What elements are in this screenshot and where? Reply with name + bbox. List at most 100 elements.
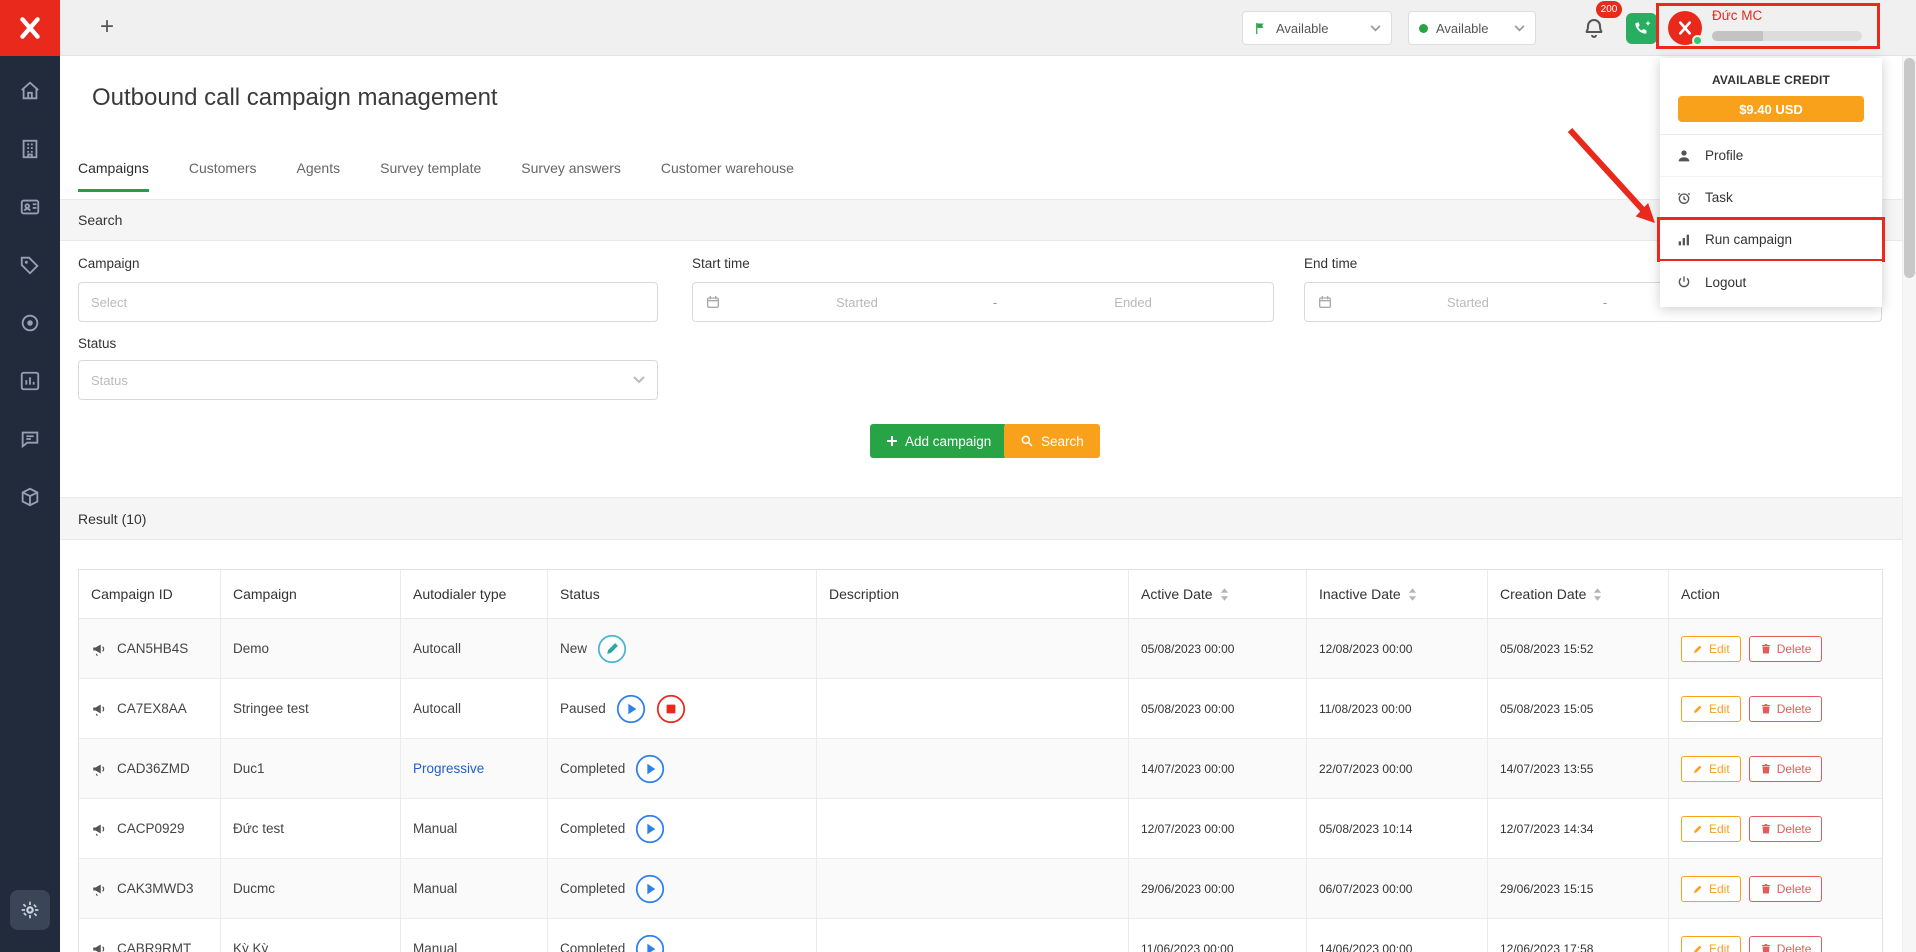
action-cell: Edit Delete	[1669, 739, 1884, 798]
delete-button[interactable]: Delete	[1749, 936, 1823, 952]
scrollbar-thumb[interactable]	[1904, 58, 1915, 278]
online-status-dot	[1692, 35, 1703, 46]
add-campaign-button[interactable]: Add campaign	[870, 424, 1007, 458]
menu-item-task[interactable]: Task	[1660, 177, 1882, 219]
inactive-date-cell: 11/08/2023 00:00	[1307, 679, 1488, 738]
pencil-icon	[1692, 643, 1704, 655]
table-row: CABR9RMTKỳ KỳManualCompleted11/06/2023 0…	[79, 919, 1882, 952]
delete-button[interactable]: Delete	[1749, 636, 1823, 662]
contact-card-icon	[19, 196, 41, 218]
sidebar-item-tags[interactable]	[0, 236, 60, 294]
call-button[interactable]	[1626, 13, 1657, 44]
tab-customer-warehouse[interactable]: Customer warehouse	[661, 160, 794, 192]
autodialer-type-cell: Autocall	[401, 619, 548, 678]
search-button[interactable]: Search	[1004, 424, 1100, 458]
menu-item-logout[interactable]: Logout	[1660, 261, 1882, 303]
creation-date-cell: 14/07/2023 13:55	[1488, 739, 1669, 798]
sidebar-item-integrations[interactable]	[0, 468, 60, 526]
user-menu-items: ProfileTaskRun campaign Logout	[1660, 134, 1882, 303]
inactive-date-cell: 22/07/2023 00:00	[1307, 739, 1488, 798]
menu-item-profile[interactable]: Profile	[1660, 135, 1882, 177]
topbar: + Available Available 200 Đức MC	[60, 0, 1916, 56]
sidebar-item-home[interactable]	[0, 62, 60, 120]
start-time-from-input[interactable]: Started	[729, 295, 985, 310]
column-header-status: Status	[548, 570, 817, 618]
credit-pill: $9.40 USD	[1678, 96, 1864, 122]
sidebar-item-campaigns[interactable]	[0, 294, 60, 352]
x-logo[interactable]	[0, 0, 60, 56]
bar-chart-icon	[19, 370, 41, 392]
clock-icon	[1676, 190, 1692, 206]
campaign-table: Campaign IDCampaignAutodialer typeStatus…	[78, 569, 1883, 952]
avatar[interactable]	[1668, 11, 1702, 45]
agent-status-dropdown[interactable]: Available	[1242, 11, 1392, 45]
column-header-campaign: Campaign	[221, 570, 401, 618]
sidebar-settings-button[interactable]	[10, 890, 50, 930]
availability-dropdown[interactable]: Available	[1408, 11, 1536, 45]
start-time-range-input[interactable]: Started - Ended	[692, 282, 1274, 322]
active-date-cell: 29/06/2023 00:00	[1129, 859, 1307, 918]
status-select[interactable]: Status	[78, 360, 658, 400]
delete-button[interactable]: Delete	[1749, 816, 1823, 842]
bell-icon	[1582, 16, 1606, 40]
sidebar	[0, 0, 60, 952]
campaign-name-cell: Ducmc	[221, 859, 401, 918]
column-header-autodialer-type: Autodialer type	[401, 570, 548, 618]
play-button[interactable]	[635, 814, 665, 844]
campaign-select[interactable]: Select	[78, 282, 658, 322]
notifications-button[interactable]	[1582, 16, 1606, 40]
delete-button[interactable]: Delete	[1749, 876, 1823, 902]
edit-status-button[interactable]	[597, 634, 627, 664]
menu-item-label: Logout	[1705, 275, 1746, 290]
tab-survey-answers[interactable]: Survey answers	[521, 160, 621, 192]
status-text: Completed	[560, 941, 625, 952]
edit-button[interactable]: Edit	[1681, 816, 1741, 842]
pencil-icon	[1692, 943, 1704, 952]
play-button[interactable]	[635, 934, 665, 952]
sidebar-item-conversations[interactable]	[0, 410, 60, 468]
play-button[interactable]	[635, 874, 665, 904]
end-time-from-input[interactable]: Started	[1341, 295, 1595, 310]
scrollbar-track[interactable]	[1902, 56, 1916, 952]
megaphone-icon	[91, 820, 109, 838]
calendar-icon	[705, 294, 721, 310]
sidebar-item-reports[interactable]	[0, 352, 60, 410]
edit-button[interactable]: Edit	[1681, 696, 1741, 722]
campaign-name-cell: Stringee test	[221, 679, 401, 738]
edit-button[interactable]: Edit	[1681, 636, 1741, 662]
tab-survey-template[interactable]: Survey template	[380, 160, 481, 192]
sidebar-item-organization[interactable]	[0, 120, 60, 178]
column-header-active-date[interactable]: Active Date	[1129, 570, 1307, 618]
campaign-field-label: Campaign	[78, 256, 140, 271]
play-button[interactable]	[635, 754, 665, 784]
delete-button[interactable]: Delete	[1749, 756, 1823, 782]
chart-icon	[1676, 232, 1692, 248]
play-button[interactable]	[616, 694, 646, 724]
column-header-inactive-date[interactable]: Inactive Date	[1307, 570, 1488, 618]
status-text: Paused	[560, 701, 606, 716]
autodialer-type-link[interactable]: Progressive	[413, 761, 484, 776]
description-cell	[817, 799, 1129, 858]
column-header-creation-date[interactable]: Creation Date	[1488, 570, 1669, 618]
user-name[interactable]: Đức MC	[1712, 8, 1762, 23]
edit-button[interactable]: Edit	[1681, 876, 1741, 902]
megaphone-icon	[91, 700, 109, 718]
tab-agents[interactable]: Agents	[297, 160, 341, 192]
stop-button[interactable]	[656, 694, 686, 724]
tab-customers[interactable]: Customers	[189, 160, 257, 192]
page-title: Outbound call campaign management	[92, 84, 498, 112]
edit-button[interactable]: Edit	[1681, 756, 1741, 782]
calendar-icon	[1317, 294, 1333, 310]
user-menu: AVAILABLE CREDIT $9.40 USD ProfileTaskRu…	[1660, 58, 1882, 307]
start-time-to-input[interactable]: Ended	[1005, 295, 1261, 310]
tab-campaigns[interactable]: Campaigns	[78, 160, 149, 192]
description-cell	[817, 859, 1129, 918]
package-icon	[19, 486, 41, 508]
campaign-name-cell: Duc1	[221, 739, 401, 798]
menu-item-run-campaign[interactable]: Run campaign	[1660, 219, 1882, 261]
delete-button[interactable]: Delete	[1749, 696, 1823, 722]
sidebar-item-contacts[interactable]	[0, 178, 60, 236]
autodialer-type-cell: Autocall	[401, 679, 548, 738]
edit-button[interactable]: Edit	[1681, 936, 1741, 952]
new-tab-button[interactable]: +	[100, 13, 114, 41]
